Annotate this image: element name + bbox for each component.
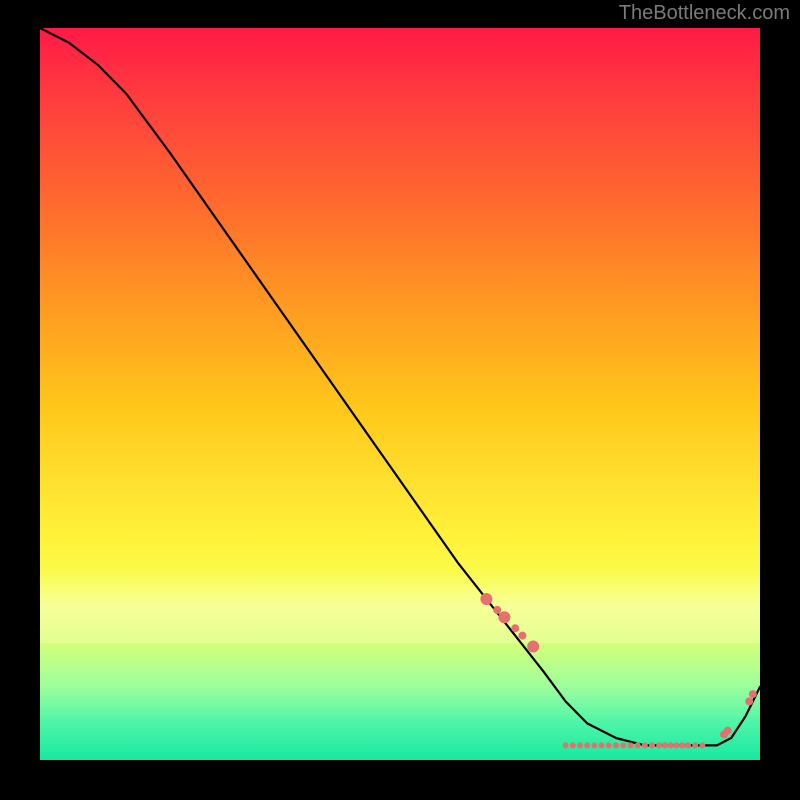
data-point [493, 606, 501, 614]
plot-area [40, 28, 760, 760]
data-point [627, 742, 633, 748]
data-point [498, 611, 510, 623]
data-point [749, 690, 757, 698]
data-point [584, 742, 590, 748]
data-point [685, 742, 691, 748]
data-point [620, 742, 626, 748]
data-point [480, 593, 492, 605]
watermark-text: TheBottleneck.com [619, 2, 790, 25]
data-point [606, 742, 612, 748]
data-point [613, 742, 619, 748]
data-point [745, 697, 753, 705]
data-point [563, 742, 569, 748]
data-point [591, 742, 597, 748]
data-point [674, 742, 680, 748]
data-point [577, 742, 583, 748]
data-point [649, 742, 655, 748]
bottleneck-curve [40, 28, 760, 745]
data-point [599, 742, 605, 748]
data-point [642, 742, 648, 748]
data-point [570, 742, 576, 748]
data-point [692, 742, 698, 748]
data-point [635, 742, 641, 748]
chart-frame: TheBottleneck.com [0, 0, 800, 800]
data-point [662, 742, 668, 748]
data-point [668, 742, 674, 748]
data-point [527, 641, 539, 653]
data-point [511, 624, 519, 632]
chart-svg [40, 28, 760, 760]
data-point [656, 742, 662, 748]
data-point [518, 632, 526, 640]
data-point [699, 742, 705, 748]
data-point [724, 727, 732, 735]
data-point [679, 742, 685, 748]
